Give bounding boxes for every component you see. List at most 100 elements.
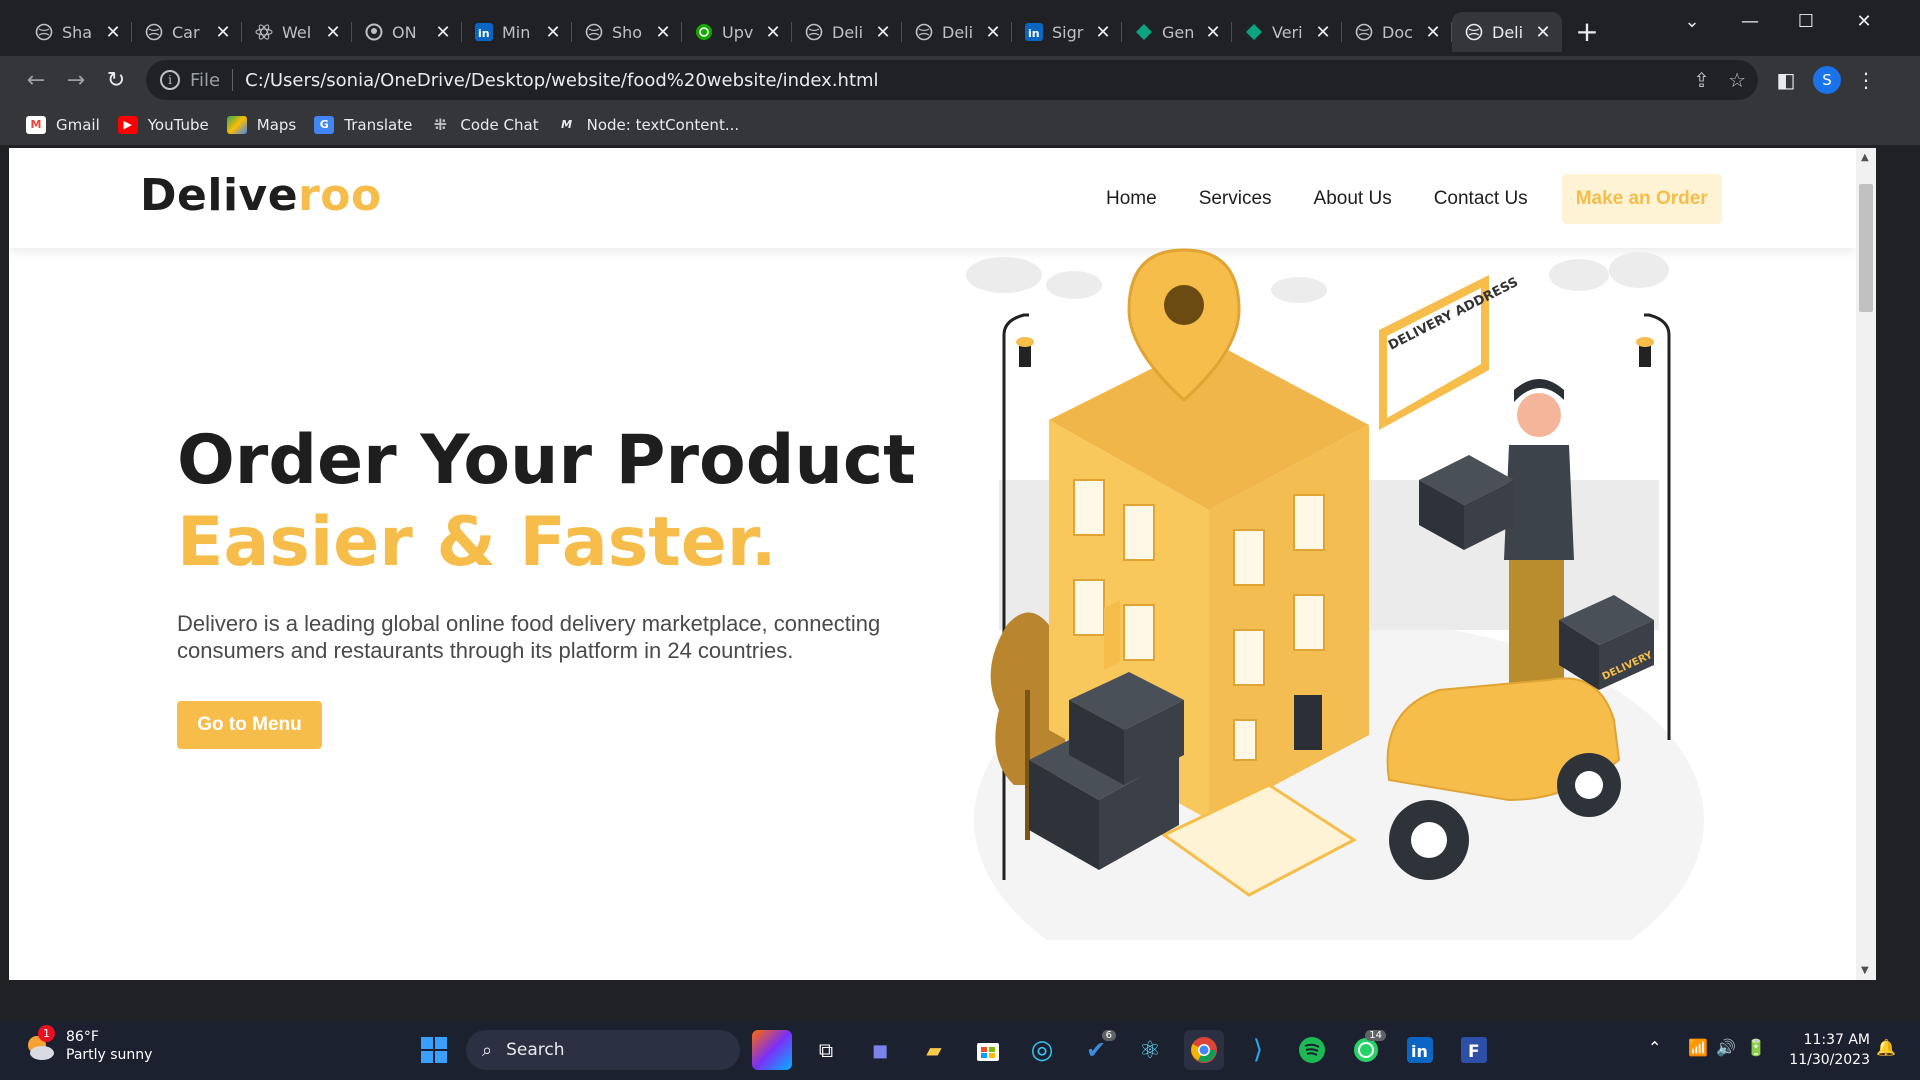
scrollbar-thumb[interactable] [1859,184,1873,312]
bookmark-code-chat[interactable]: ⁜ Code Chat [430,115,539,134]
side-panel-icon[interactable]: ◧ [1770,64,1802,96]
tab-title: Veri [1272,22,1303,42]
scroll-up-arrow-icon[interactable]: ▲ [1861,152,1869,163]
close-tab-icon[interactable]: ✕ [214,22,232,43]
browser-tab[interactable]: Wel ✕ [242,12,352,52]
linkedin-icon[interactable]: in [1400,1030,1440,1070]
close-tab-icon[interactable]: ✕ [1534,22,1552,43]
close-tab-icon[interactable]: ✕ [1094,22,1112,43]
minimize-button[interactable]: — [1730,6,1770,36]
browser-tab[interactable]: in Min ✕ [462,12,572,52]
browser-tab[interactable]: Upv ✕ [682,12,792,52]
browser-tab[interactable]: Deli ✕ [792,12,902,52]
react-devtools-icon[interactable]: ⚛ [1130,1030,1170,1070]
share-icon[interactable]: ⇪ [1693,68,1710,92]
browser-tab[interactable]: Doc ✕ [1342,12,1452,52]
nav-link-contact-us[interactable]: Contact Us [1434,174,1528,224]
task-view-icon[interactable]: ⧉ [806,1030,846,1070]
tab-title: Upv [722,22,754,42]
wifi-icon[interactable]: 📶 [1688,1038,1708,1057]
info-icon[interactable]: i [160,70,180,90]
browser-tab[interactable]: Car ✕ [132,12,242,52]
bookmark-gmail[interactable]: M Gmail [26,115,100,134]
browser-tab[interactable]: Deli ✕ [902,12,1012,52]
todo-badge: 6 [1101,1030,1116,1041]
browser-tab[interactable]: Sha ✕ [22,12,132,52]
close-tab-icon[interactable]: ✕ [324,22,342,43]
nav-link-about-us[interactable]: About Us [1314,174,1392,224]
browser-tab[interactable]: Sho ✕ [572,12,682,52]
browser-tab[interactable]: in Sigr ✕ [1012,12,1122,52]
copilot-icon[interactable] [752,1030,792,1070]
address-bar[interactable]: i File C:/Users/sonia/OneDrive/Desktop/w… [146,60,1758,100]
tab-search-icon[interactable]: ⌄ [1672,6,1712,36]
globe-icon [584,22,604,42]
maximize-button[interactable]: ☐ [1786,6,1826,36]
microsoft-store-icon[interactable] [968,1030,1008,1070]
weather-widget[interactable]: 1 86°F Partly sunny [22,1025,152,1064]
close-tab-icon[interactable]: ✕ [654,22,672,43]
bookmark-label: Code Chat [460,115,539,134]
show-hidden-icons-icon[interactable]: ⌃ [1648,1038,1661,1057]
close-tab-icon[interactable]: ✕ [544,22,562,43]
svg-text:F: F [1468,1042,1480,1062]
browser-tab[interactable]: Gen ✕ [1122,12,1232,52]
close-tab-icon[interactable]: ✕ [1204,22,1222,43]
close-tab-icon[interactable]: ✕ [874,22,892,43]
close-tab-icon[interactable]: ✕ [984,22,1002,43]
tab-title: Sigr [1052,22,1084,42]
upwork-icon [694,22,714,42]
menu-icon[interactable]: ⋮ [1850,64,1882,96]
spotify-icon[interactable] [1292,1030,1332,1070]
taskbar-search[interactable]: ⌕ Search [466,1030,740,1070]
edge-icon[interactable]: ◎ [1022,1030,1062,1070]
teams-icon[interactable]: ◼ [860,1030,900,1070]
bookmark-translate[interactable]: G Translate [314,115,412,134]
close-window-button[interactable]: ✕ [1844,6,1884,36]
browser-tab[interactable]: ON ✕ [352,12,462,52]
figma-icon[interactable]: F [1454,1030,1494,1070]
vscode-icon[interactable]: ⟩ [1238,1030,1278,1070]
system-clock[interactable]: 11:37 AM 11/30/2023 [1778,1030,1870,1070]
reload-button[interactable]: ↻ [100,64,132,96]
todo-icon[interactable]: ✔ 6 [1076,1030,1116,1070]
hero-title-line2: Easier & Faster. [177,503,777,582]
scroll-down-arrow-icon[interactable]: ▼ [1861,965,1869,976]
close-tab-icon[interactable]: ✕ [434,22,452,43]
bookmark-youtube[interactable]: ▶ YouTube [117,115,209,134]
close-tab-icon[interactable]: ✕ [764,22,782,43]
close-tab-icon[interactable]: ✕ [1424,22,1442,43]
site-logo[interactable]: Deliveroo [140,170,382,221]
file-explorer-icon[interactable]: ▰ [914,1030,954,1070]
globe-icon [1464,22,1484,42]
browser-tab[interactable]: Veri ✕ [1232,12,1342,52]
bookmark-node-textcontent[interactable]: M Node: textContent... [557,116,739,134]
battery-icon[interactable]: 🔋 [1746,1038,1766,1057]
bookmark-maps[interactable]: Maps [226,115,296,134]
close-tab-icon[interactable]: ✕ [104,22,122,43]
profile-avatar[interactable]: S [1813,66,1841,94]
go-to-menu-button[interactable]: Go to Menu [177,701,322,749]
github-icon [364,22,384,42]
page-scrollbar[interactable]: ▲ ▼ [1856,148,1876,980]
browser-tab-active[interactable]: Deli ✕ [1452,12,1562,52]
address-url[interactable]: C:/Users/sonia/OneDrive/Desktop/website/… [245,70,878,91]
tab-title: Gen [1162,22,1195,42]
volume-icon[interactable]: 🔊 [1716,1038,1736,1057]
make-order-button[interactable]: Make an Order [1561,174,1722,224]
notification-bell-icon[interactable]: 🔔 [1876,1038,1896,1057]
nav-link-services[interactable]: Services [1199,174,1272,224]
forward-button[interactable]: → [60,64,92,96]
new-tab-button[interactable]: + [1572,15,1602,48]
chrome-icon[interactable] [1184,1030,1224,1070]
back-button[interactable]: ← [20,64,52,96]
windows-start-icon[interactable] [414,1030,454,1070]
bookmark-star-icon[interactable]: ☆ [1728,68,1746,92]
nav-link-home[interactable]: Home [1106,174,1157,224]
tab-title: Wel [282,22,312,42]
weather-sun-icon: 1 [22,1025,56,1063]
site-header: Deliveroo Home Services About Us Contact… [9,148,1856,248]
tab-title: Sha [62,22,93,42]
close-tab-icon[interactable]: ✕ [1314,22,1332,43]
whatsapp-icon[interactable]: 14 [1346,1030,1386,1070]
